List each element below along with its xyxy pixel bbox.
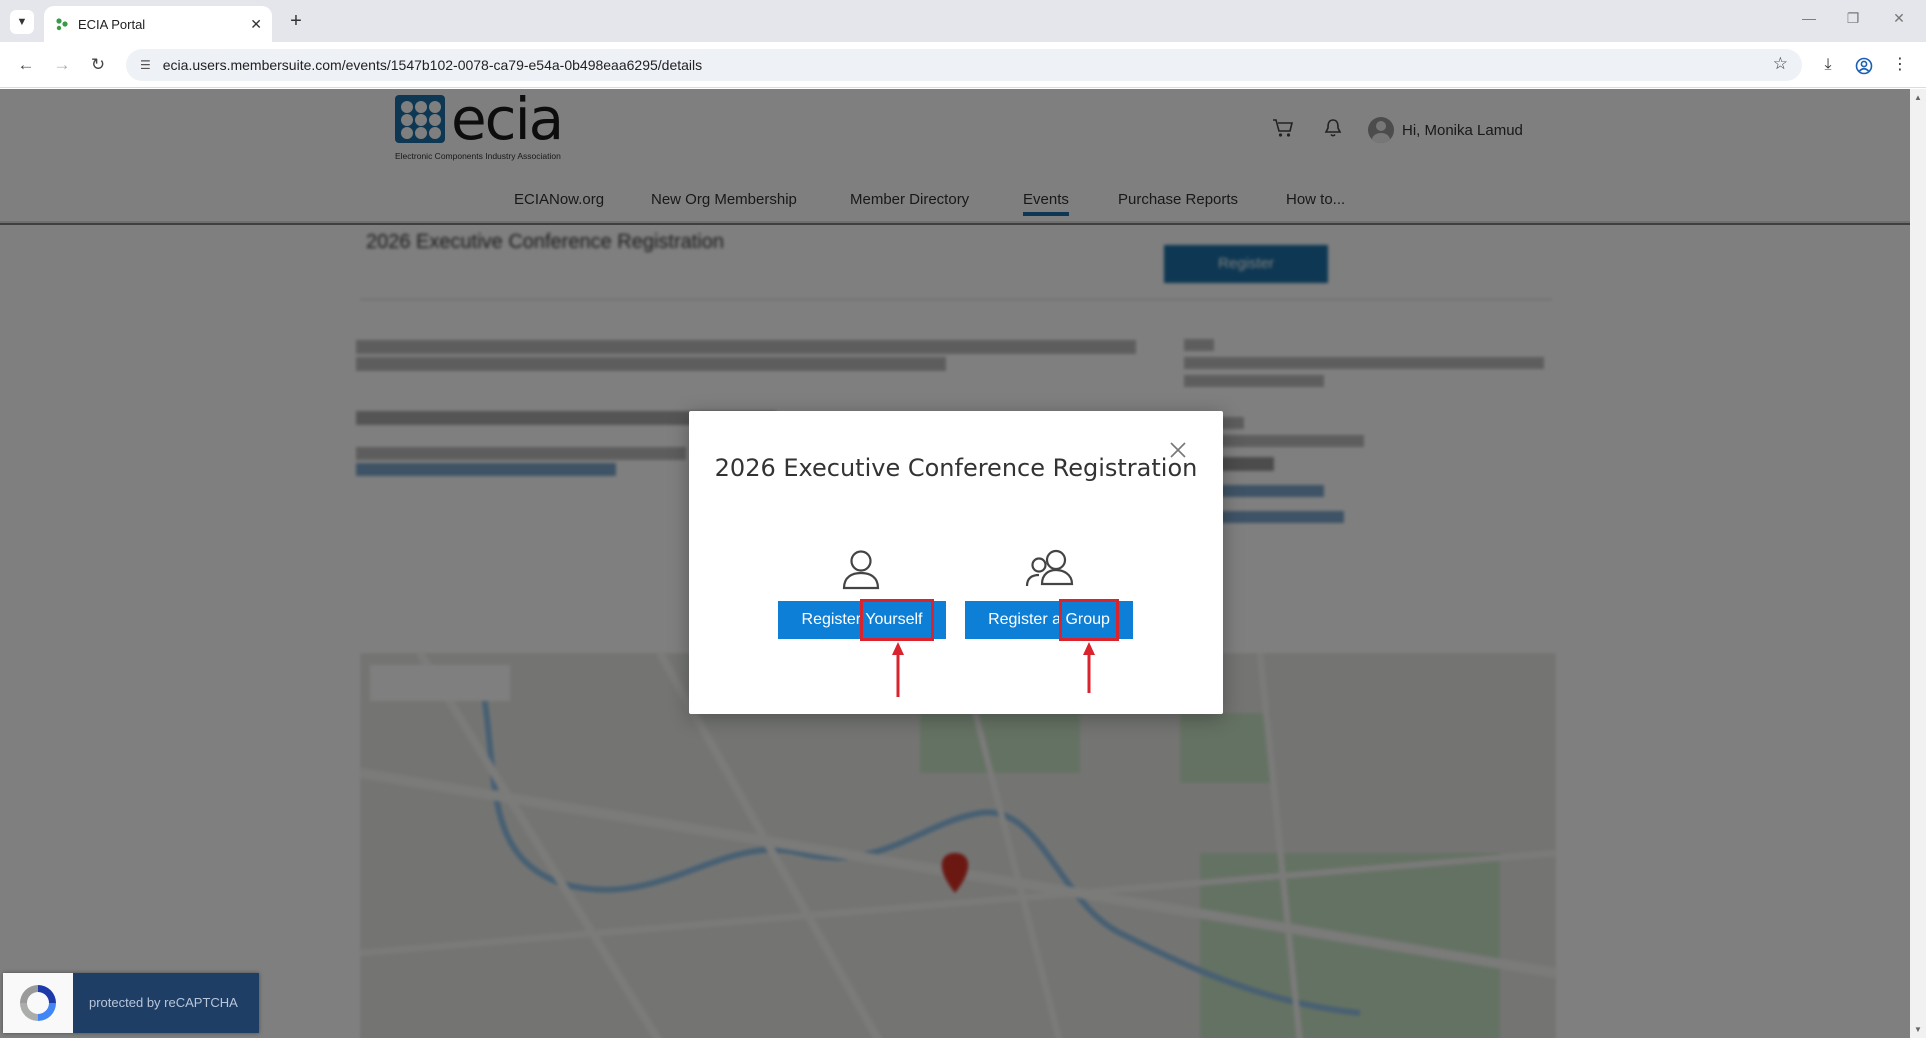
window-close-icon[interactable]: ✕ [1884, 10, 1914, 27]
site-info-icon[interactable]: ☰ [140, 58, 151, 72]
modal-title: 2026 Executive Conference Registration [714, 454, 1198, 482]
user-group-icon [1025, 548, 1075, 595]
yourself-arrow-icon [892, 642, 904, 697]
page-viewport: ecia Electronic Components Industry Asso… [0, 89, 1910, 1038]
reload-icon[interactable]: ↻ [86, 54, 110, 78]
browser-tab-active[interactable]: ECIA Portal ✕ [44, 6, 272, 42]
recaptcha-text: protected by reCAPTCHA [89, 995, 238, 1010]
browser-toolbar: ← → ↻ ☰ ecia.users.membersuite.com/event… [0, 42, 1926, 88]
address-bar[interactable]: ☰ ecia.users.membersuite.com/events/1547… [126, 49, 1802, 81]
browser-menu-icon[interactable]: ⋮ [1888, 54, 1912, 78]
tab-title: ECIA Portal [78, 16, 146, 32]
group-arrow-icon [1083, 642, 1095, 693]
single-user-icon [841, 548, 881, 595]
header-dim-overlay [0, 89, 1910, 225]
group-highlight-box [1059, 599, 1119, 641]
profile-icon[interactable] [1852, 54, 1876, 78]
ecia-favicon-icon [54, 16, 70, 32]
tab-close-icon[interactable]: ✕ [250, 16, 262, 33]
forward-arrow-icon[interactable]: → [50, 54, 74, 78]
minimize-icon[interactable]: — [1794, 10, 1824, 26]
bookmark-star-icon[interactable]: ☆ [1773, 54, 1788, 74]
new-tab-plus-icon[interactable]: + [284, 10, 308, 34]
recaptcha-badge[interactable]: protected by reCAPTCHA [3, 973, 259, 1033]
download-icon[interactable]: ⤓ [1816, 54, 1840, 78]
restore-icon[interactable]: ❐ [1838, 10, 1868, 27]
tab-list-chevron-icon[interactable]: ▼ [10, 10, 34, 34]
yourself-highlight-box [860, 599, 934, 641]
scroll-up-icon[interactable]: ▲ [1914, 93, 1922, 102]
url-text: ecia.users.membersuite.com/events/1547b1… [162, 57, 703, 73]
page-scrollbar[interactable]: ▲ ▼ [1910, 89, 1926, 1038]
scroll-down-icon[interactable]: ▼ [1914, 1025, 1922, 1034]
back-arrow-icon[interactable]: ← [14, 54, 38, 78]
recaptcha-logo-icon [3, 973, 73, 1033]
registration-type-modal: 2026 Executive Conference Registration R… [689, 411, 1223, 714]
browser-tabstrip: ▼ ECIA Portal ✕ + — ❐ ✕ [0, 0, 1926, 42]
